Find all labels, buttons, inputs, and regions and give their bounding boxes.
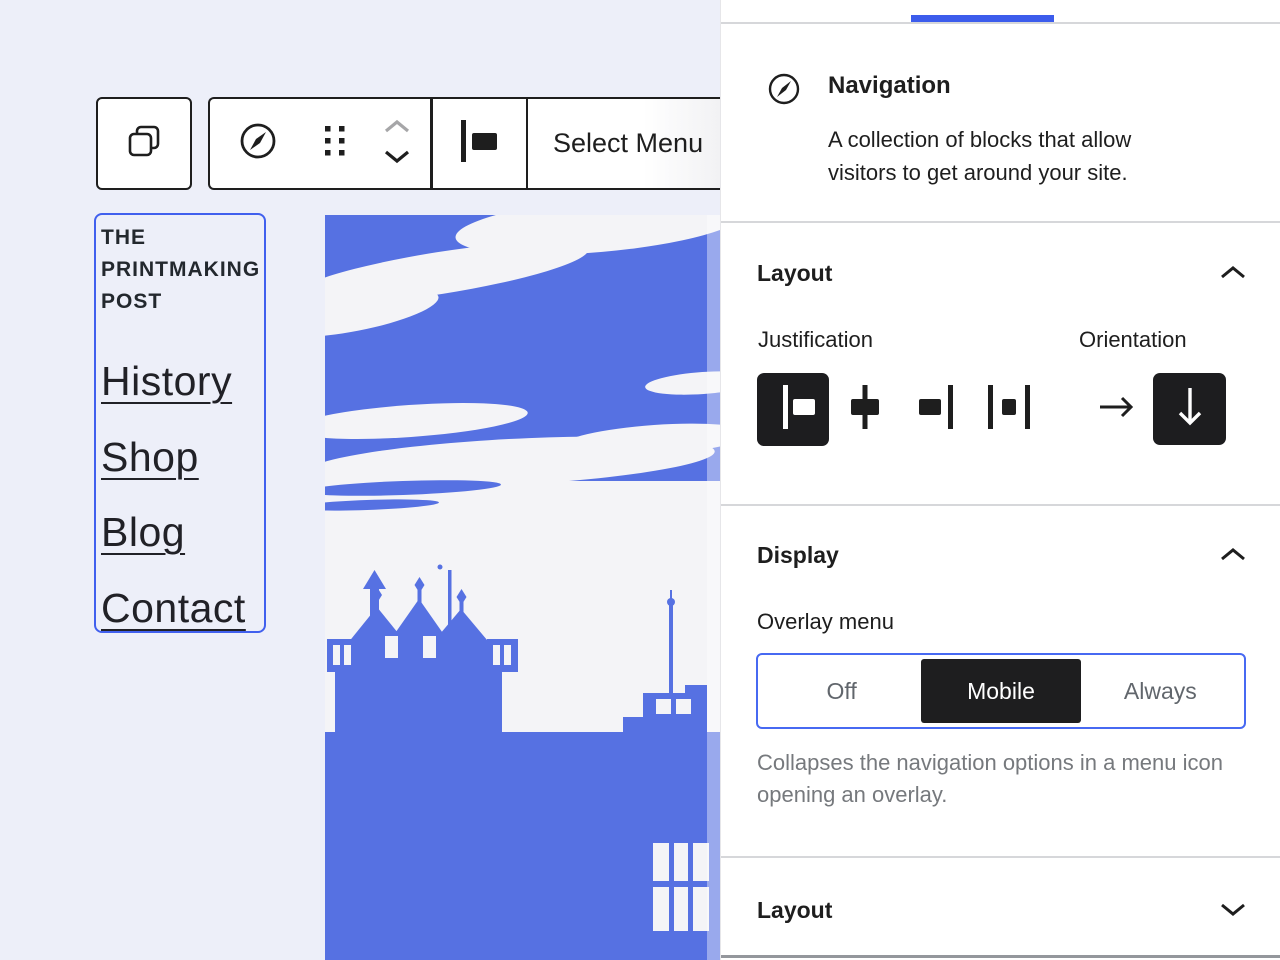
chevron-up-icon[interactable] [1219,547,1247,568]
block-toolbar: Select Menu [208,97,720,190]
overlay-menu-label: Overlay menu [757,609,894,635]
arrow-down-icon [1175,385,1205,434]
overlay-option-always[interactable]: Always [1081,659,1240,723]
layout-panel-title[interactable]: Layout [757,260,832,287]
bottom-layout-panel-title[interactable]: Layout [757,897,832,924]
printmaking-artwork-image[interactable] [325,215,720,960]
drag-handle[interactable] [306,99,364,188]
wordpress-block-editor: Select Menu THE PRINTMAKING POST History… [0,0,1280,960]
orientation-label: Orientation [1079,327,1187,353]
block-card-description: A collection of blocks that allow visito… [828,123,1200,189]
bottom-divider [721,955,1280,958]
justify-left-button[interactable] [757,373,829,446]
chevron-down-icon[interactable] [1219,901,1247,922]
drag-handle-icon [322,122,348,165]
justify-space-between-icon [985,383,1033,436]
orientation-horizontal-button[interactable] [1091,373,1143,446]
site-title: THE PRINTMAKING POST [101,222,264,318]
select-menu-button[interactable]: Select Menu [528,99,720,188]
navigation-compass-icon [766,71,802,112]
editor-canvas[interactable]: Select Menu THE PRINTMAKING POST History… [0,0,720,960]
justify-left-icon [458,116,500,171]
select-menu-label: Select Menu [553,128,703,159]
select-parent-button[interactable] [96,97,192,190]
overlay-option-mobile[interactable]: Mobile [921,659,1080,723]
justify-space-between-button[interactable] [983,373,1035,446]
panel-divider [721,504,1280,506]
justification-toolbar-button[interactable] [433,99,526,188]
panel-divider [721,221,1280,223]
overlay-menu-toggle-group: Off Mobile Always [756,653,1246,729]
block-movers [364,99,430,188]
move-down-icon[interactable] [381,149,413,169]
nav-menu: History Shop Blog Contact [101,344,264,646]
arrow-right-icon [1097,394,1137,425]
nav-link-blog[interactable]: Blog [101,495,264,571]
justify-right-button[interactable] [911,373,963,446]
block-card-title: Navigation [828,72,951,100]
panel-divider [721,856,1280,858]
overlay-menu-help-text: Collapses the navigation options in a me… [757,747,1249,811]
display-panel-title[interactable]: Display [757,542,839,569]
nav-link-shop[interactable]: Shop [101,420,264,496]
justify-right-icon [913,383,961,436]
justify-center-button[interactable] [839,373,891,446]
move-up-icon[interactable] [381,119,413,139]
nav-link-history[interactable]: History [101,344,264,420]
justification-label: Justification [758,327,873,353]
overlay-option-off[interactable]: Off [762,659,921,723]
justify-left-icon [769,383,817,436]
select-parent-icon [124,121,164,166]
orientation-vertical-button[interactable] [1153,373,1226,445]
block-type-button[interactable] [210,99,306,188]
justify-center-icon [841,383,889,436]
nav-link-contact[interactable]: Contact [101,571,264,647]
navigation-block[interactable]: THE PRINTMAKING POST History Shop Blog C… [94,213,266,633]
settings-sidebar: Navigation A collection of blocks that a… [720,0,1280,960]
navigation-compass-icon [236,119,280,168]
chevron-up-icon[interactable] [1219,265,1247,286]
tabs-divider [721,22,1280,24]
